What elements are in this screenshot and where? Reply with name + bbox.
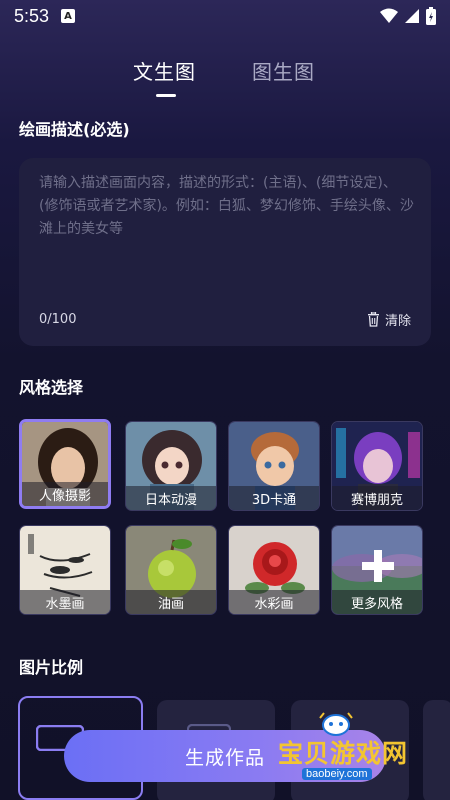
status-time: 5:53 (14, 5, 50, 26)
ratio-option-portrait[interactable] (423, 700, 450, 800)
style-label: 油画 (126, 590, 216, 614)
style-label: 水彩画 (229, 590, 319, 614)
style-label: 更多风格 (332, 590, 422, 614)
status-bar: 5:53 A (0, 0, 450, 32)
description-input-box[interactable]: 请输入描述画面内容，描述的形式：(主语)、(细节设定)、(修饰语或者艺术家)。例… (19, 158, 431, 346)
generate-button-label: 生成作品 (184, 746, 265, 769)
description-section-title: 绘画描述(必选) (19, 120, 130, 139)
style-card-3d-cartoon[interactable]: 3D卡通 (228, 421, 320, 511)
style-label: 水墨画 (20, 590, 110, 614)
active-tab-indicator (156, 94, 176, 97)
style-label: 赛博朋克 (332, 486, 422, 510)
style-card-cyberpunk[interactable]: 赛博朋克 (331, 421, 423, 511)
app-notification-icon: A (61, 9, 76, 23)
watermark-url: baobeiy.com (302, 768, 372, 780)
watermark-text: 宝贝游戏网 (278, 739, 409, 768)
signal-icon (405, 9, 419, 23)
style-card-anime[interactable]: 日本动漫 (125, 421, 217, 511)
description-placeholder[interactable]: 请输入描述画面内容，描述的形式：(主语)、(细节设定)、(修饰语或者艺术家)。例… (39, 172, 414, 241)
status-icons (380, 7, 436, 25)
style-card-oil-painting[interactable]: 油画 (125, 525, 217, 615)
trash-icon (367, 312, 379, 327)
tab-image-to-image[interactable]: 图生图 (252, 56, 315, 85)
clear-button[interactable]: 清除 (367, 310, 411, 329)
style-card-portrait[interactable]: 人像摄影 (19, 419, 111, 509)
wifi-icon (380, 8, 398, 23)
tab-text-to-image[interactable]: 文生图 (133, 56, 196, 85)
site-watermark: 宝贝游戏网 baobeiy.com (272, 710, 422, 790)
style-card-ink-painting[interactable]: 水墨画 (19, 525, 111, 615)
battery-icon (426, 7, 436, 25)
style-label: 3D卡通 (229, 486, 319, 510)
ratio-section-title: 图片比例 (19, 658, 84, 677)
mode-tabs: 文生图 图生图 (0, 56, 450, 100)
style-label: 人像摄影 (22, 482, 108, 506)
clear-label: 清除 (384, 314, 411, 329)
style-label: 日本动漫 (126, 486, 216, 510)
style-card-more-styles[interactable]: 更多风格 (331, 525, 423, 615)
character-count: 0/100 (39, 312, 77, 327)
style-card-watercolor[interactable]: 水彩画 (228, 525, 320, 615)
mascot-icon (319, 712, 353, 736)
style-section-title: 风格选择 (19, 378, 84, 397)
